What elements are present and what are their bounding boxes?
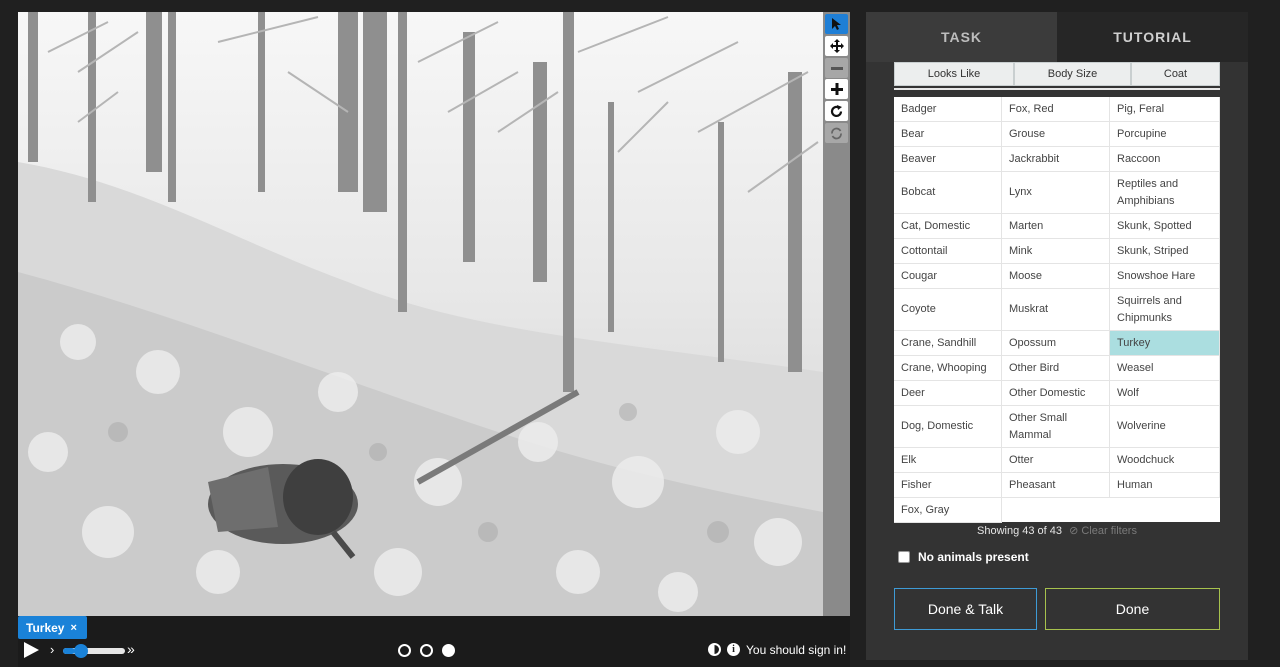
showing-count: Showing 43 of 43 bbox=[977, 525, 1063, 537]
clear-filters-link[interactable]: ⊘ Clear filters bbox=[1069, 525, 1137, 537]
choice-item[interactable]: Bobcat bbox=[894, 172, 1002, 214]
choice-item[interactable]: Fox, Red bbox=[1002, 97, 1110, 122]
frame-dot[interactable] bbox=[420, 644, 433, 657]
frame-dot[interactable] bbox=[398, 644, 411, 657]
no-animals-checkbox[interactable] bbox=[898, 551, 910, 563]
frame-dot[interactable] bbox=[442, 644, 455, 657]
select-tool-button[interactable] bbox=[825, 14, 848, 34]
choice-item[interactable]: Crane, Whooping bbox=[894, 356, 1002, 381]
reset-button[interactable] bbox=[825, 123, 848, 143]
choice-item[interactable]: Deer bbox=[894, 381, 1002, 406]
filter-divider bbox=[894, 88, 1220, 90]
trail-camera-image bbox=[18, 12, 823, 616]
choice-item[interactable]: Beaver bbox=[894, 147, 1002, 172]
choice-item[interactable]: Crane, Sandhill bbox=[894, 331, 1002, 356]
rotate-button[interactable] bbox=[825, 101, 848, 121]
choice-item[interactable]: Squirrels and Chipmunks bbox=[1110, 289, 1220, 331]
done-button[interactable]: Done bbox=[1045, 588, 1220, 630]
remove-annotation-button[interactable]: × bbox=[70, 622, 76, 634]
choice-item[interactable]: Mink bbox=[1002, 239, 1110, 264]
choice-item[interactable]: Snowshoe Hare bbox=[1110, 264, 1220, 289]
choice-item[interactable]: Raccoon bbox=[1110, 147, 1220, 172]
no-animals-option[interactable]: No animals present bbox=[898, 550, 1029, 564]
viewer-toolbar bbox=[823, 12, 850, 640]
empty-cell bbox=[1110, 498, 1220, 523]
choice-item[interactable]: Badger bbox=[894, 97, 1002, 122]
filter-looks-like-button[interactable]: Looks Like bbox=[894, 62, 1014, 86]
choice-item[interactable]: Woodchuck bbox=[1110, 448, 1220, 473]
choice-item[interactable]: Fox, Gray bbox=[894, 498, 1002, 523]
tab-task[interactable]: TASK bbox=[866, 12, 1057, 62]
zoom-in-button[interactable] bbox=[825, 79, 848, 99]
player-bar bbox=[18, 616, 850, 667]
choice-item[interactable]: Reptiles and Amphibians bbox=[1110, 172, 1220, 214]
choice-item[interactable]: Marten bbox=[1002, 214, 1110, 239]
slow-speed-icon[interactable]: › bbox=[50, 642, 54, 657]
choice-item[interactable]: Opossum bbox=[1002, 331, 1110, 356]
move-tool-button[interactable] bbox=[825, 36, 848, 56]
empty-cell bbox=[1002, 498, 1110, 523]
frame-pager bbox=[398, 644, 455, 657]
choice-item[interactable]: Wolf bbox=[1110, 381, 1220, 406]
choice-item[interactable]: Other Small Mammal bbox=[1002, 406, 1110, 448]
invert-colors-icon[interactable] bbox=[708, 643, 721, 656]
choice-item[interactable]: Cougar bbox=[894, 264, 1002, 289]
choice-item[interactable]: Skunk, Spotted bbox=[1110, 214, 1220, 239]
choice-item[interactable]: Cat, Domestic bbox=[894, 214, 1002, 239]
sign-in-warning[interactable]: You should sign in! bbox=[746, 643, 846, 657]
play-icon[interactable] bbox=[22, 641, 40, 659]
filter-bar: Looks Like Body Size Coat bbox=[894, 62, 1220, 86]
choice-item[interactable]: Bear bbox=[894, 122, 1002, 147]
zoom-in-icon bbox=[830, 83, 843, 95]
choice-item[interactable]: Other Bird bbox=[1002, 356, 1110, 381]
zoom-out-button[interactable] bbox=[825, 58, 848, 78]
choice-item[interactable]: Cottontail bbox=[894, 239, 1002, 264]
zoom-out-icon bbox=[830, 67, 843, 70]
choice-item[interactable]: Skunk, Striped bbox=[1110, 239, 1220, 264]
tab-tutorial[interactable]: TUTORIAL bbox=[1057, 12, 1248, 62]
choice-item[interactable]: Other Domestic bbox=[1002, 381, 1110, 406]
filter-body-size-button[interactable]: Body Size bbox=[1014, 62, 1131, 86]
choice-item[interactable]: Moose bbox=[1002, 264, 1110, 289]
task-panel: TASK TUTORIAL Looks Like Body Size Coat … bbox=[866, 12, 1248, 660]
annotation-chip-label: Turkey bbox=[26, 620, 65, 635]
select-icon bbox=[831, 18, 841, 30]
reset-icon bbox=[831, 127, 842, 139]
rotate-icon bbox=[830, 104, 843, 117]
choice-item[interactable]: Wolverine bbox=[1110, 406, 1220, 448]
choice-item[interactable]: Porcupine bbox=[1110, 122, 1220, 147]
choice-item[interactable]: Turkey bbox=[1110, 331, 1220, 356]
choice-item[interactable]: Grouse bbox=[1002, 122, 1110, 147]
choice-item[interactable]: Jackrabbit bbox=[1002, 147, 1110, 172]
choice-item[interactable]: Weasel bbox=[1110, 356, 1220, 381]
choice-item[interactable]: Human bbox=[1110, 473, 1220, 498]
info-icon[interactable]: i bbox=[727, 643, 740, 656]
choice-item[interactable]: Otter bbox=[1002, 448, 1110, 473]
choice-item[interactable]: Coyote bbox=[894, 289, 1002, 331]
move-icon bbox=[829, 39, 844, 53]
subject-viewer[interactable] bbox=[18, 12, 823, 616]
classifier-page: Turkey × › » i You should sign in! TASK … bbox=[0, 0, 1280, 667]
choice-item[interactable]: Lynx bbox=[1002, 172, 1110, 214]
filter-summary: Showing 43 of 43 ⊘ Clear filters bbox=[894, 524, 1220, 537]
annotation-chip-turkey[interactable]: Turkey × bbox=[18, 616, 87, 639]
choice-item[interactable]: Fisher bbox=[894, 473, 1002, 498]
choice-item[interactable]: Elk bbox=[894, 448, 1002, 473]
filter-coat-button[interactable]: Coat bbox=[1131, 62, 1220, 86]
choice-item[interactable]: Muskrat bbox=[1002, 289, 1110, 331]
done-and-talk-button[interactable]: Done & Talk bbox=[894, 588, 1037, 630]
no-animals-label: No animals present bbox=[918, 550, 1029, 564]
speed-slider[interactable] bbox=[63, 644, 125, 658]
species-choice-grid: Badger Fox, Red Pig, Feral Bear Grouse Porcup… bbox=[894, 97, 1220, 523]
choice-item[interactable]: Pig, Feral bbox=[1110, 97, 1220, 122]
choice-item[interactable]: Dog, Domestic bbox=[894, 406, 1002, 448]
choice-item[interactable]: Pheasant bbox=[1002, 473, 1110, 498]
fast-speed-icon[interactable]: » bbox=[127, 641, 135, 657]
